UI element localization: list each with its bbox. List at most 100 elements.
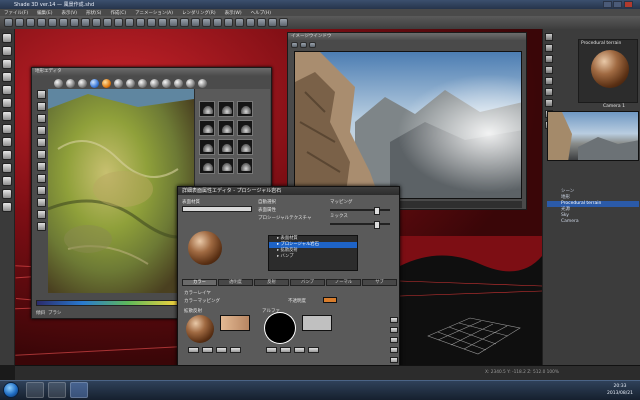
- mini-button[interactable]: [188, 347, 199, 353]
- hand-icon[interactable]: [202, 18, 211, 27]
- cylinder-tool-icon[interactable]: [2, 85, 12, 95]
- brush-ball-icon[interactable]: [126, 78, 135, 88]
- sculpt-tool-icon[interactable]: [2, 176, 12, 186]
- explorer-taskbar-icon[interactable]: [48, 382, 66, 398]
- brush-swatch[interactable]: [199, 120, 215, 136]
- terrain-heightmap-view[interactable]: [48, 89, 194, 293]
- snap-icon[interactable]: [268, 18, 277, 27]
- sphere-tool-icon[interactable]: [2, 59, 12, 69]
- shade-taskbar-icon[interactable]: [70, 382, 88, 398]
- ie-taskbar-icon[interactable]: [26, 382, 44, 398]
- mini-button[interactable]: [230, 347, 241, 353]
- option-surface-label[interactable]: 表面属性: [258, 207, 276, 213]
- light-icon[interactable]: [545, 66, 553, 74]
- pan-tool-icon[interactable]: [36, 222, 46, 231]
- mini-button[interactable]: [280, 347, 291, 353]
- brush-swatch[interactable]: [218, 101, 234, 117]
- mini-button[interactable]: [216, 347, 227, 353]
- alpha-swatch[interactable]: [302, 315, 332, 331]
- menu-shape[interactable]: 形状(S): [86, 10, 101, 16]
- rotate-icon[interactable]: [114, 18, 123, 27]
- brush-swatch[interactable]: [218, 120, 234, 136]
- render-stop-icon[interactable]: [300, 41, 307, 48]
- brush-swatch[interactable]: [218, 139, 234, 155]
- mix-slider[interactable]: [330, 221, 390, 229]
- brush-ball-icon[interactable]: [186, 78, 195, 88]
- tab-reflection[interactable]: 反射: [254, 279, 289, 286]
- line-tool-icon[interactable]: [2, 98, 12, 108]
- mini-button[interactable]: [266, 347, 277, 353]
- minimize-button[interactable]: [603, 1, 612, 8]
- brush-ball-icon[interactable]: [66, 78, 75, 88]
- menu-window[interactable]: 表示(W): [225, 10, 242, 16]
- render-icon[interactable]: [136, 18, 145, 27]
- side-button[interactable]: [390, 317, 398, 323]
- mapping-slider[interactable]: [330, 207, 390, 215]
- tree-item[interactable]: Camera: [547, 219, 639, 225]
- camera-icon[interactable]: [147, 18, 156, 27]
- color-ball-icon[interactable]: [102, 78, 111, 88]
- water-ball-icon[interactable]: [90, 78, 99, 88]
- tab-transparency[interactable]: 透明度: [218, 279, 253, 286]
- brush-swatch[interactable]: [199, 139, 215, 155]
- noise-tool-icon[interactable]: [36, 138, 46, 147]
- scale-icon[interactable]: [125, 18, 134, 27]
- brush-ball-icon[interactable]: [54, 78, 63, 88]
- perspective-icon[interactable]: [224, 18, 233, 27]
- menu-help[interactable]: ヘルプ(H): [251, 10, 271, 16]
- tab-color[interactable]: カラー: [182, 279, 217, 286]
- raise-tool-icon[interactable]: [36, 90, 46, 99]
- brush-swatch[interactable]: [237, 139, 253, 155]
- start-button-icon[interactable]: [3, 382, 19, 398]
- material-icon[interactable]: [169, 18, 178, 27]
- brush-ball-icon[interactable]: [174, 78, 183, 88]
- layer-icon[interactable]: [279, 18, 288, 27]
- side-button[interactable]: [390, 337, 398, 343]
- system-clock[interactable]: 20:33 2013/08/21: [602, 383, 638, 397]
- tab-normal[interactable]: ノーマル: [326, 279, 361, 286]
- paste-icon[interactable]: [81, 18, 90, 27]
- menu-file[interactable]: ファイル(F): [4, 10, 28, 16]
- brush-swatch[interactable]: [237, 101, 253, 117]
- side-button[interactable]: [390, 357, 398, 363]
- view-icon[interactable]: [213, 18, 222, 27]
- terrain-editor-title[interactable]: 地形エディタ: [32, 68, 271, 76]
- grid-viewport[interactable]: [400, 236, 542, 365]
- erode-tool-icon[interactable]: [36, 150, 46, 159]
- lower-tool-icon[interactable]: [36, 102, 46, 111]
- box-tool-icon[interactable]: [2, 72, 12, 82]
- camera-icon[interactable]: [545, 77, 553, 85]
- camera-tool-icon[interactable]: [2, 150, 12, 160]
- maximize-button[interactable]: [613, 1, 622, 8]
- water-tool-icon[interactable]: [36, 198, 46, 207]
- shading-icon[interactable]: [246, 18, 255, 27]
- brush-ball-icon[interactable]: [150, 78, 159, 88]
- cursor-tool-icon[interactable]: [2, 33, 12, 43]
- type-dropdown[interactable]: [182, 206, 252, 212]
- brush-ball-icon[interactable]: [138, 78, 147, 88]
- color-swatch-orange[interactable]: [323, 297, 337, 303]
- brush-tool-icon[interactable]: [2, 163, 12, 173]
- mini-button[interactable]: [294, 347, 305, 353]
- brush-ball-icon[interactable]: [198, 78, 207, 88]
- menu-view[interactable]: 表示(V): [61, 10, 77, 16]
- redo-icon[interactable]: [48, 18, 57, 27]
- tab-bump[interactable]: バンプ: [290, 279, 325, 286]
- mini-button[interactable]: [308, 347, 319, 353]
- menu-render[interactable]: レンダリング(R): [182, 10, 216, 16]
- brush-swatch[interactable]: [237, 158, 253, 174]
- grid-icon[interactable]: [180, 18, 189, 27]
- wireframe-icon[interactable]: [235, 18, 244, 27]
- browser-icon[interactable]: [545, 33, 553, 41]
- tab-sub[interactable]: サブ: [362, 279, 397, 286]
- paint-tool-icon[interactable]: [2, 189, 12, 199]
- brush-ball-icon[interactable]: [162, 78, 171, 88]
- option-auto-label[interactable]: 自動選択: [258, 199, 276, 205]
- light-tool-icon[interactable]: [2, 137, 12, 147]
- light-icon[interactable]: [158, 18, 167, 27]
- save-image-icon[interactable]: [309, 41, 316, 48]
- surface-editor-title[interactable]: 詳細表面属性エディタ - プロシージャル岩石: [178, 187, 399, 195]
- close-button[interactable]: [624, 1, 633, 8]
- info-icon[interactable]: [545, 44, 553, 52]
- brush-swatch[interactable]: [199, 101, 215, 117]
